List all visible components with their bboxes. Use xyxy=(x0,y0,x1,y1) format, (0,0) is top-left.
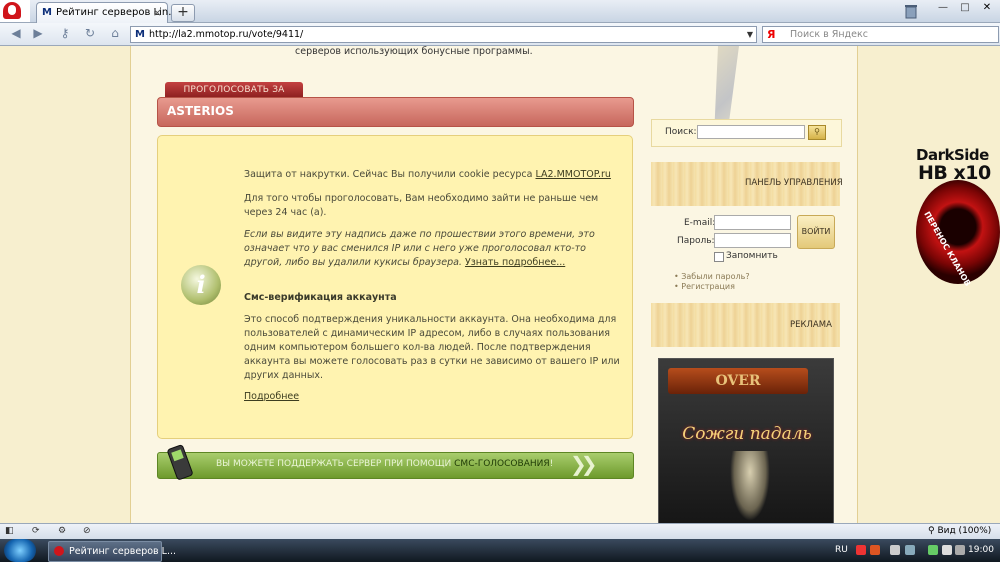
email-field[interactable] xyxy=(714,215,791,230)
turbo-icon[interactable]: ⊘ xyxy=(83,526,97,536)
top-note: серверов использующих бонусные программы… xyxy=(295,46,533,57)
wait-notice: Для того чтобы проголосовать, Вам необхо… xyxy=(244,193,599,218)
tray-volume-icon[interactable] xyxy=(955,545,965,555)
ip-notice: Если вы видите эту надпись даже по проше… xyxy=(244,228,624,270)
taskbar-item-title: Рейтинг серверов L... xyxy=(69,546,177,557)
login-button[interactable]: ВОЙТИ xyxy=(797,215,835,249)
sms-vote-highlight: СМС-ГОЛОСОВАНИЯ xyxy=(454,459,550,469)
window-close-button[interactable]: ✕ xyxy=(977,1,997,16)
home-icon[interactable]: ⌂ xyxy=(105,26,125,41)
control-panel-title: ПАНЕЛЬ УПРАВЛЕНИЯ xyxy=(745,178,843,188)
zoom-label: Вид (100%) xyxy=(937,526,992,536)
chevron-down-icon[interactable]: ▼ xyxy=(747,27,753,42)
tray-security-icon[interactable] xyxy=(856,545,866,555)
phone-icon xyxy=(167,444,193,480)
search-placeholder: Поиск в Яндекс xyxy=(790,29,868,40)
reload-icon[interactable]: ↻ xyxy=(80,26,100,41)
ad-logo: OVER xyxy=(668,368,808,394)
site-search-label: Поиск: xyxy=(665,127,697,137)
tray-network-icon[interactable] xyxy=(890,545,900,555)
forgot-password-link[interactable]: • Забыли пароль? xyxy=(674,272,750,281)
key-icon[interactable]: ⚷ xyxy=(55,26,75,41)
language-indicator[interactable]: RU xyxy=(835,539,848,562)
darkside-ad-rate[interactable]: HB x10 xyxy=(918,162,991,184)
register-text: Регистрация xyxy=(681,282,735,291)
sms-heading: Смс-верификация аккаунта xyxy=(244,292,397,303)
tray-app-icon[interactable] xyxy=(870,545,880,555)
vote-tab[interactable]: ПРОГОЛОСОВАТЬ ЗА СЕРВЕР xyxy=(165,82,303,111)
tray-update-icon[interactable] xyxy=(928,545,938,555)
taskbar-opera-item[interactable]: Рейтинг серверов L... xyxy=(48,541,176,562)
window-minimize-button[interactable]: — xyxy=(933,1,953,16)
sync-icon[interactable]: ⟳ xyxy=(32,526,46,536)
opera-taskbar-icon xyxy=(54,546,64,556)
ad-skeleton-figure xyxy=(730,451,770,521)
sms-vote-label: ВЫ МОЖЕТЕ ПОДДЕРЖАТЬ СЕРВЕР ПРИ ПОМОЩИ xyxy=(216,459,455,469)
forward-icon[interactable]: ▶ xyxy=(28,26,48,41)
learn-more-link[interactable]: Узнать подробнее... xyxy=(465,257,565,268)
details-link[interactable]: Подробнее xyxy=(244,391,299,402)
tray-display-icon[interactable] xyxy=(905,545,915,555)
url-text: http://la2.mmotop.ru/vote/9411/ xyxy=(149,29,304,40)
back-icon[interactable]: ◀ xyxy=(6,26,26,41)
unite-icon[interactable]: ⚙ xyxy=(58,526,72,536)
email-label: E-mail: xyxy=(684,218,716,228)
cookie-notice-text: Защита от накрутки. Сейчас Вы получили c… xyxy=(244,169,536,180)
zoom-control[interactable]: ⚲ Вид (100%) xyxy=(928,523,991,539)
sms-description: Это способ подтверждения уникальности ак… xyxy=(244,314,620,381)
register-link[interactable]: • Регистрация xyxy=(674,282,735,291)
ad-title: Сожги падаль xyxy=(682,424,812,444)
password-label: Пароль: xyxy=(677,236,715,246)
cookie-notice: Защита от накрутки. Сейчас Вы получили c… xyxy=(244,168,624,182)
password-field[interactable] xyxy=(714,233,791,248)
double-arrow-icon: ❯❯ xyxy=(570,452,597,476)
trash-icon[interactable] xyxy=(903,3,919,19)
tab-close-icon[interactable]: × xyxy=(153,3,162,22)
site-favicon-icon: M xyxy=(135,29,145,40)
new-tab-button[interactable]: + xyxy=(171,4,195,22)
sms-vote-tail: ! xyxy=(549,459,554,469)
start-button[interactable] xyxy=(4,539,36,562)
taskbar-clock: 19:00 xyxy=(968,545,994,555)
tray-connection-icon[interactable] xyxy=(942,545,952,555)
info-icon: i xyxy=(181,265,221,305)
panel-toggle-icon[interactable]: ◧ xyxy=(5,526,19,536)
resource-link[interactable]: LA2.MMOTOP.ru xyxy=(536,169,611,180)
address-field[interactable]: M http://la2.mmotop.ru/vote/9411/ ▼ xyxy=(130,26,757,43)
opera-logo-icon xyxy=(3,2,21,19)
site-search-button[interactable]: ⚲ xyxy=(808,125,826,140)
browser-status-bar xyxy=(0,523,1000,540)
tab-favicon-icon: M xyxy=(42,7,52,18)
window-maximize-button[interactable]: □ xyxy=(955,1,975,16)
remember-checkbox[interactable] xyxy=(714,252,724,262)
remember-label: Запомнить xyxy=(726,251,778,261)
yandex-icon: Я xyxy=(767,28,776,41)
site-search-input[interactable] xyxy=(697,125,805,139)
search-field[interactable]: Я Поиск в Яндекс xyxy=(762,26,999,43)
browser-tab[interactable]: M Рейтинг серверов Lin... × xyxy=(36,2,178,23)
sms-vote-text[interactable]: ВЫ МОЖЕТЕ ПОДДЕРЖАТЬ СЕРВЕР ПРИ ПОМОЩИ С… xyxy=(216,452,553,477)
forgot-password-text: Забыли пароль? xyxy=(681,272,750,281)
opera-menu-button[interactable] xyxy=(0,0,30,22)
ads-title: РЕКЛАМА xyxy=(790,320,832,330)
server-name: ASTERIOS xyxy=(167,104,234,118)
